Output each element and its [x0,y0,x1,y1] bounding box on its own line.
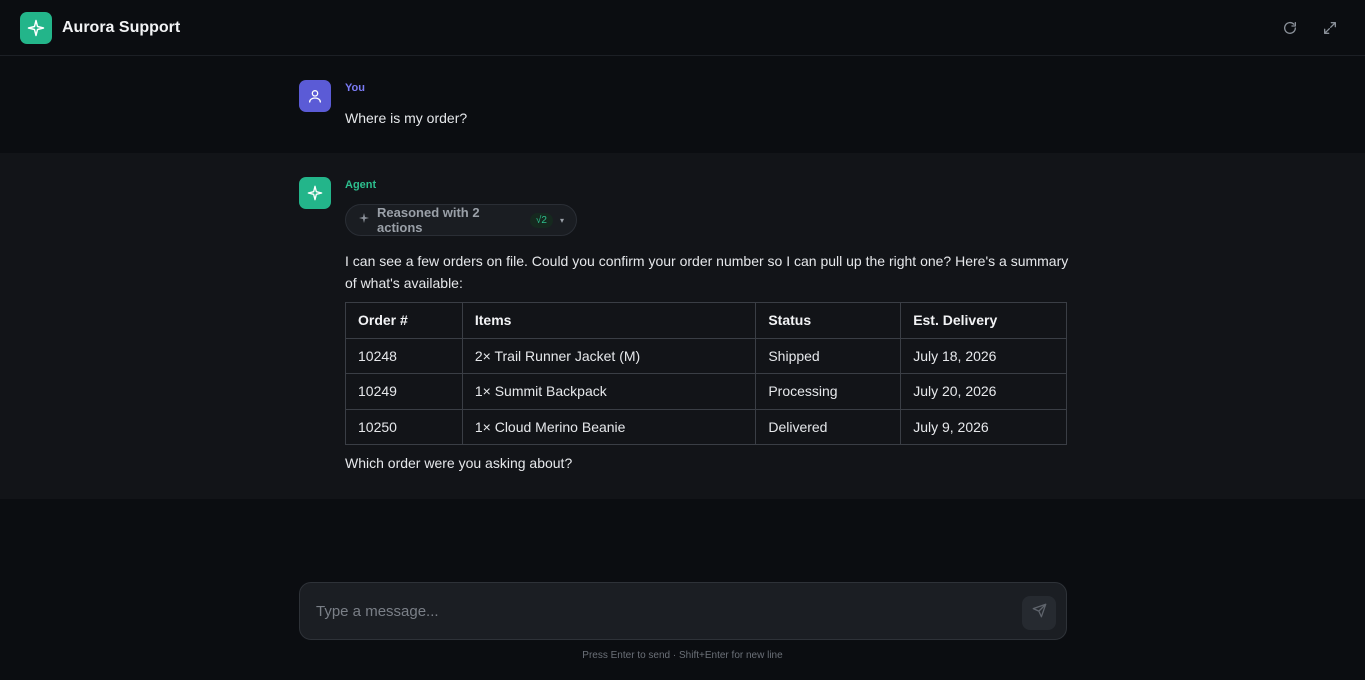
user-avatar-icon [299,80,331,112]
agent-intro-text: I can see a few orders on file. Could yo… [345,253,1069,291]
message-composer [299,582,1067,640]
refresh-icon[interactable] [1279,17,1301,39]
user-sender-label: You [345,82,365,94]
table-header-cell: Est. Delivery [900,302,1067,339]
agent-sender-label: Agent [345,179,377,191]
table-row: 10250 1× Cloud Merino Beanie Delivered J… [345,408,1067,445]
expand-icon[interactable] [1319,17,1341,39]
table-cell: July 18, 2026 [900,337,1067,374]
composer-hint: Press Enter to send · Shift+Enter for ne… [582,650,783,661]
table-cell: July 20, 2026 [900,373,1067,410]
table-cell: July 9, 2026 [900,408,1067,445]
table-cell: Delivered [755,408,902,445]
app-title: Aurora Support [62,18,181,36]
table-header-cell: Status [755,302,902,339]
reasoning-label: Reasoned with 2 actions [377,205,480,235]
table-cell: 1× Summit Backpack [461,373,757,410]
table-header-row: Order # Items Status Est. Delivery [345,302,1067,339]
user-message-text: Where is my order? [345,110,468,126]
send-icon [1032,603,1047,623]
reasoning-toggle[interactable]: Reasoned with 2 actions √2 ▾ [345,204,577,236]
table-cell: Processing [755,373,902,410]
sparkle-icon [20,11,52,44]
table-cell: 10250 [345,408,463,445]
table-cell: 10249 [345,373,463,410]
table-header-cell: Order # [345,302,463,339]
send-button[interactable] [1022,596,1056,630]
table-row: 10249 1× Summit Backpack Processing July… [345,373,1067,410]
table-cell: 10248 [345,337,463,374]
user-message: You Where is my order? [0,56,1365,153]
sparkle-small-icon [358,211,370,229]
app-header: Aurora Support [0,0,1365,56]
message-input[interactable] [300,583,1000,639]
orders-table: Order # Items Status Est. Delivery 10248… [345,302,1067,445]
table-cell: 1× Cloud Merino Beanie [461,408,757,445]
table-header-cell: Items [461,302,757,339]
table-cell: 2× Trail Runner Jacket (M) [461,337,757,374]
table-row: 10248 2× Trail Runner Jacket (M) Shipped… [345,337,1067,374]
reasoning-badge: √2 [529,212,553,228]
agent-outro-text: Which order were you asking about? [345,455,573,471]
chevron-down-icon: ▾ [559,215,564,225]
table-cell: Shipped [755,337,902,374]
agent-avatar-icon [299,177,331,209]
agent-message: Agent Reasoned with 2 actions √2 ▾ I can… [0,153,1365,499]
